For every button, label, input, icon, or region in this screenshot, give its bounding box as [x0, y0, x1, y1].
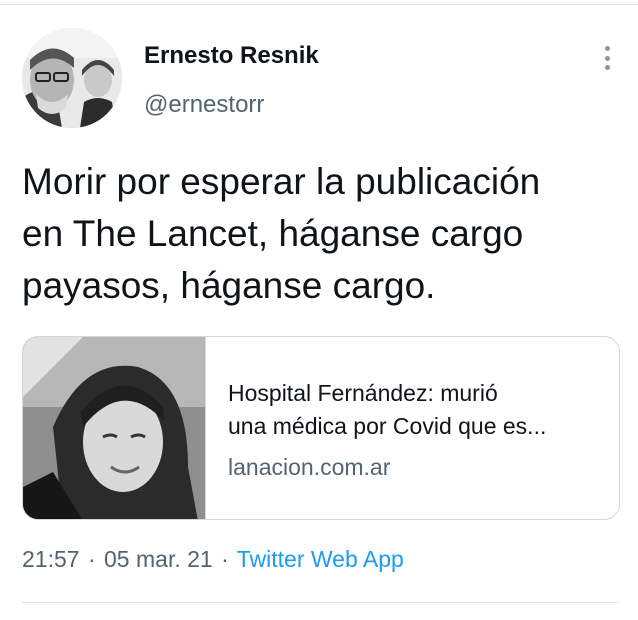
tweet-date[interactable]: 05 mar. 21 [104, 546, 213, 572]
menu-dot [604, 46, 610, 51]
card-domain: lanacion.com.ar [228, 454, 391, 480]
card-title-line: Hospital Fernández: murió [228, 380, 498, 406]
avatar[interactable] [22, 28, 122, 128]
user-handle[interactable]: @ernestorr [144, 91, 264, 119]
bottom-divider [22, 602, 620, 603]
tweet-text-line: en The Lancet, háganse cargo [22, 213, 524, 254]
meta-separator: · [87, 546, 96, 572]
display-name[interactable]: Ernesto Resnik [144, 42, 319, 70]
tweet-text-line: Morir por esperar la publicación [22, 161, 541, 202]
tweet-text: Morir por esperar la publicación en The … [22, 156, 612, 312]
tweet-text-line: payasos, háganse cargo. [22, 265, 436, 306]
profile-photo-icon [22, 28, 122, 128]
tweet-meta: 21:57 · 05 mar. 21 · Twitter Web App [22, 546, 404, 573]
more-options-icon[interactable] [596, 42, 618, 74]
menu-dot [604, 65, 610, 70]
menu-dot [604, 55, 610, 61]
card-title[interactable]: Hospital Fernández: murió una médica por… [228, 377, 608, 443]
card-title-line: una médica por Covid que es... [228, 413, 547, 439]
top-divider [0, 4, 638, 5]
tweet-time[interactable]: 21:57 [22, 546, 80, 572]
link-preview-card[interactable]: Hospital Fernández: murió una médica por… [22, 336, 620, 520]
article-photo-icon [23, 337, 206, 519]
source-app-link[interactable]: Twitter Web App [237, 546, 404, 572]
meta-separator: · [221, 546, 229, 572]
